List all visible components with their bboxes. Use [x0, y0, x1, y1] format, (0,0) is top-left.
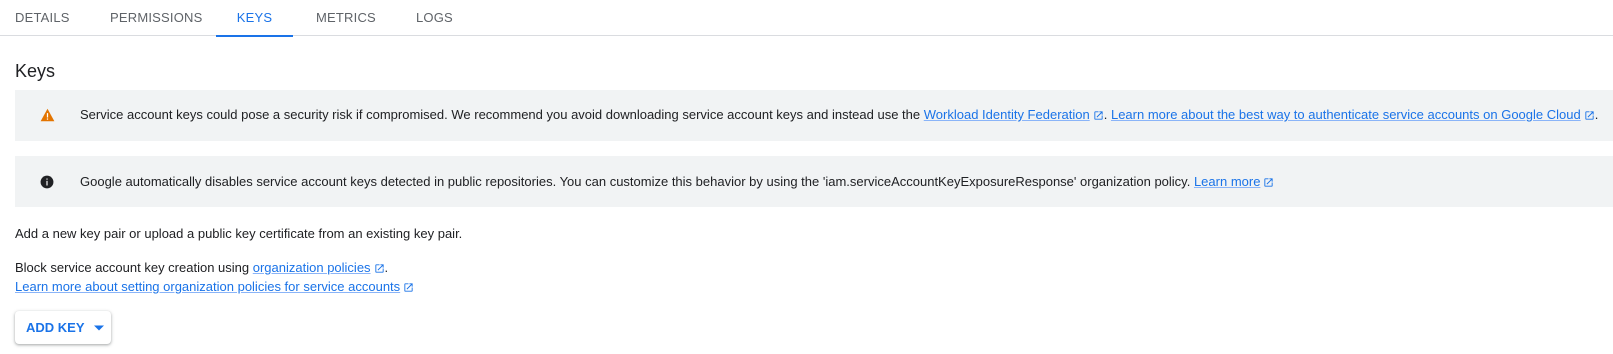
- tab-logs[interactable]: LOGS: [416, 0, 453, 36]
- tab-details[interactable]: DETAILS: [15, 0, 70, 36]
- info-text: Google automatically disables service ac…: [80, 174, 1191, 189]
- warning-separator: .: [1103, 107, 1108, 122]
- key-description: Add a new key pair or upload a public ke…: [15, 226, 463, 241]
- policy-trailing: .: [384, 260, 389, 275]
- add-key-button[interactable]: ADD KEY: [15, 311, 111, 344]
- workload-identity-federation-link-text: Workload Identity Federation: [923, 107, 1090, 122]
- learn-more-policies-link[interactable]: Learn more about setting organization po…: [15, 279, 414, 294]
- external-link-icon: [1094, 111, 1103, 120]
- warning-banner: Service account keys could pose a securi…: [15, 90, 1613, 141]
- organization-policies-link-text: organization policies: [252, 260, 371, 275]
- info-icon: [40, 175, 54, 192]
- page-title: Keys: [15, 61, 56, 81]
- external-link-icon: [1264, 178, 1274, 187]
- policy-text: Block service account key creation using: [15, 260, 250, 275]
- tab-permissions[interactable]: PERMISSIONS: [110, 0, 203, 36]
- caret-down-icon: [93, 325, 104, 330]
- learn-more-authenticate-link-text: Learn more about the best way to authent…: [1110, 107, 1581, 122]
- warning-trailing: .: [1594, 107, 1599, 122]
- learn-more-authenticate-link[interactable]: Learn more about the best way to authent…: [1111, 107, 1595, 122]
- info-learn-more-link[interactable]: Learn more: [1194, 174, 1274, 189]
- info-learn-more-link-text: Learn more: [1193, 174, 1261, 189]
- policy-line: Block service account key creation using…: [15, 260, 388, 275]
- warning-icon: [40, 108, 55, 125]
- learn-more-policies-link-text: Learn more about setting organization po…: [15, 279, 401, 294]
- workload-identity-federation-link[interactable]: Workload Identity Federation: [924, 107, 1104, 122]
- external-link-icon: [374, 264, 384, 273]
- tab-keys[interactable]: KEYS: [216, 0, 293, 37]
- external-link-icon: [404, 283, 413, 292]
- info-text-wrapper: Google automatically disables service ac…: [80, 174, 1274, 189]
- tab-metrics[interactable]: METRICS: [316, 0, 376, 36]
- warning-text: Service account keys could pose a securi…: [80, 107, 921, 122]
- warning-text-wrapper: Service account keys could pose a securi…: [80, 107, 1598, 122]
- info-banner: Google automatically disables service ac…: [15, 156, 1613, 207]
- tab-bar: DETAILS PERMISSIONS KEYS METRICS LOGS: [0, 0, 1613, 37]
- add-key-label: ADD KEY: [26, 320, 85, 335]
- external-link-icon: [1585, 111, 1594, 120]
- organization-policies-link[interactable]: organization policies: [253, 260, 385, 275]
- learn-more-policies-line: Learn more about setting organization po…: [15, 279, 414, 294]
